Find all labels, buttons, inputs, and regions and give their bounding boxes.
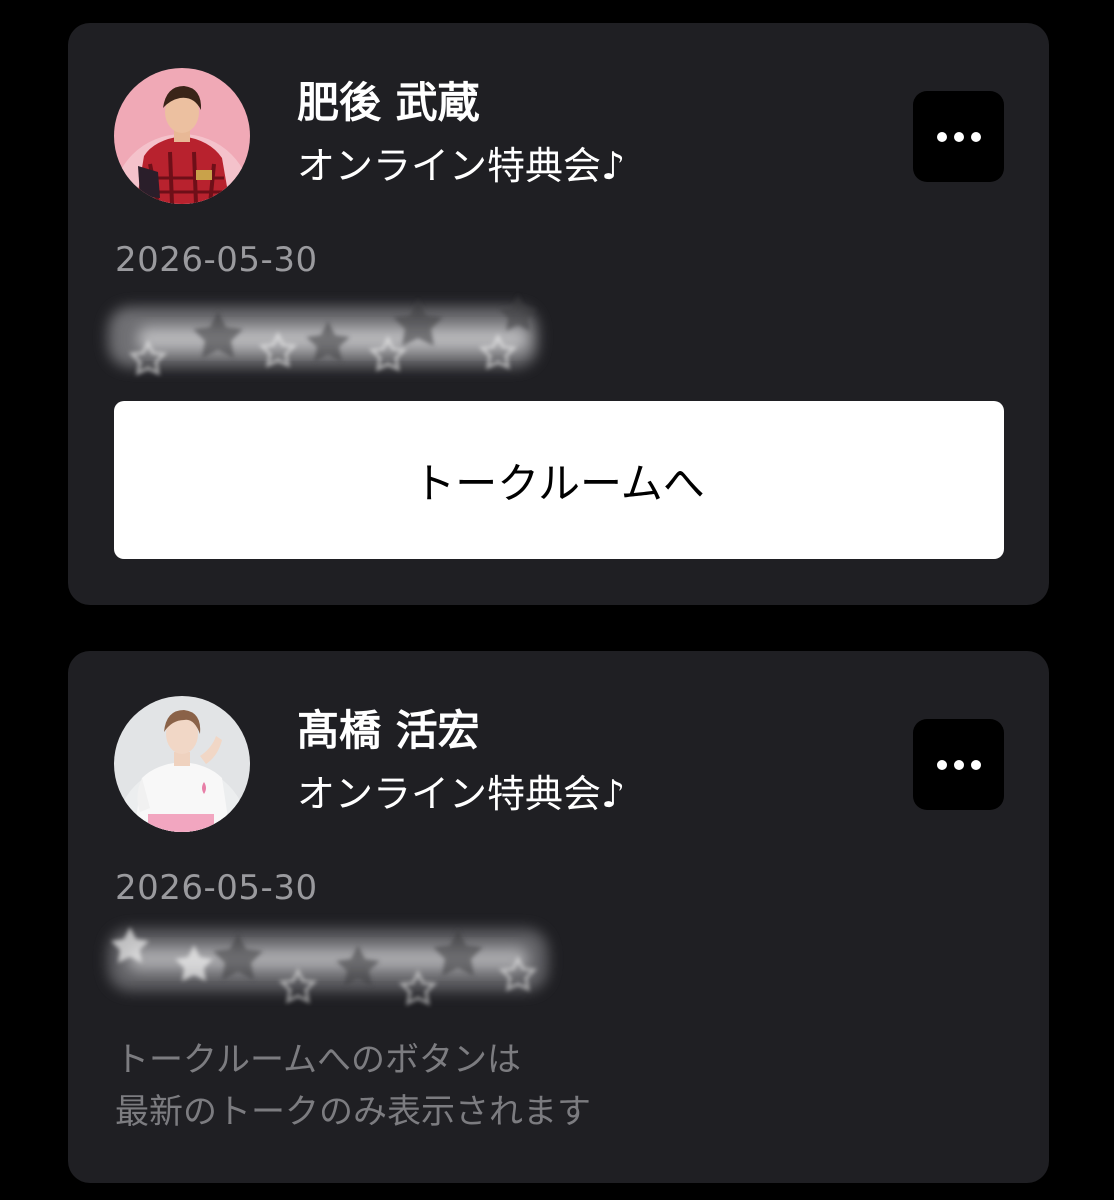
event-title: オンライン特典会♪ bbox=[297, 144, 626, 188]
performer-name: 髙橋 活宏 bbox=[297, 706, 480, 755]
ellipsis-icon bbox=[936, 131, 981, 142]
more-options-button[interactable] bbox=[913, 719, 1004, 810]
talk-room-button[interactable]: トークルームへ bbox=[114, 401, 1004, 559]
notice-line: 最新のトークのみ表示されます bbox=[115, 1092, 591, 1132]
avatar-photo bbox=[114, 68, 250, 204]
avatar[interactable] bbox=[114, 696, 250, 832]
event-title: オンライン特典会♪ bbox=[297, 772, 626, 816]
more-options-button[interactable] bbox=[913, 91, 1004, 182]
talk-room-notice: トークルームへのボタンは 最新のトークのみ表示されます bbox=[115, 1034, 591, 1138]
avatar-photo bbox=[114, 696, 250, 832]
blurred-message-preview bbox=[88, 281, 568, 403]
performer-name: 肥後 武蔵 bbox=[297, 78, 480, 127]
talk-card: 肥後 武蔵 オンライン特典会♪ 2026-05-30 トークルームへ bbox=[68, 23, 1049, 605]
ellipsis-icon bbox=[936, 759, 981, 770]
notice-line: トークルームへのボタンは bbox=[115, 1040, 521, 1080]
talk-date: 2026-05-30 bbox=[115, 240, 318, 280]
talk-date: 2026-05-30 bbox=[115, 868, 318, 908]
talk-card: 髙橋 活宏 オンライン特典会♪ 2026-05-30 トークルームへのボタンは … bbox=[68, 651, 1049, 1183]
avatar[interactable] bbox=[114, 68, 250, 204]
blurred-message-preview bbox=[88, 909, 568, 1031]
